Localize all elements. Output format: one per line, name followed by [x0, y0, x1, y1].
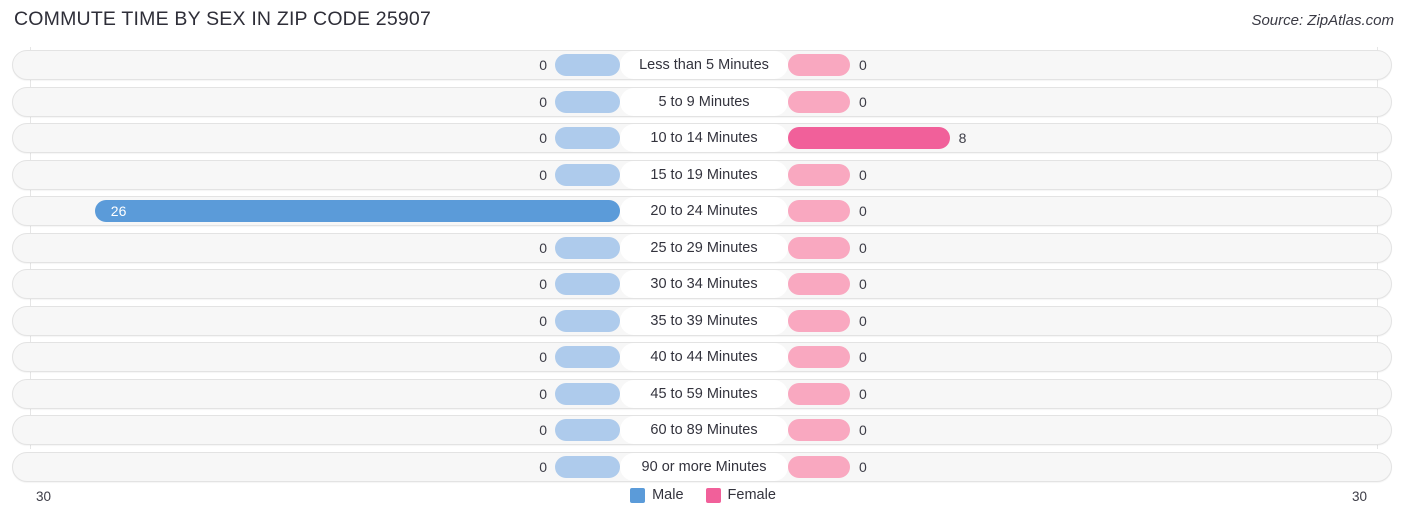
bar-row: 0 0 35 to 39 Minutes — [0, 303, 1406, 340]
category-label-pill: 20 to 24 Minutes — [620, 197, 788, 225]
value-label-female: 0 — [859, 166, 867, 183]
legend-item[interactable]: Female — [705, 487, 776, 503]
category-label-pill: 90 or more Minutes — [620, 452, 788, 481]
bar-male[interactable] — [555, 455, 620, 478]
category-label-pill: 30 to 34 Minutes — [620, 270, 788, 298]
bar-row: 0 0 5 to 9 Minutes — [0, 84, 1406, 121]
value-label-female: 0 — [859, 422, 867, 438]
value-label-female: 0 — [859, 203, 867, 219]
bar-male[interactable] — [555, 309, 620, 332]
value-label-male: 26 — [110, 203, 127, 219]
bar-row: 0 0 15 to 19 Minutes — [0, 157, 1406, 194]
legend-label: Female — [727, 487, 776, 503]
bar-male[interactable] — [555, 54, 620, 76]
bar-row: 0 0 90 or more Minutes — [0, 449, 1406, 486]
value-label-male: 0 — [539, 239, 547, 256]
bar-row: 26 0 20 to 24 Minutes — [0, 193, 1406, 230]
source-attribution: Source: ZipAtlas.com — [1251, 12, 1394, 29]
value-label-male: 0 — [539, 385, 547, 402]
value-label-female: 8 — [958, 130, 967, 146]
bar-row: 0 0 30 to 34 Minutes — [0, 266, 1406, 303]
category-label-pill: 35 to 39 Minutes — [620, 306, 788, 335]
value-label-female: 0 — [859, 57, 867, 73]
category-label-pill: 45 to 59 Minutes — [620, 379, 788, 408]
page-title: COMMUTE TIME BY SEX IN ZIP CODE 25907 — [14, 8, 432, 30]
value-label-female: 0 — [859, 239, 867, 256]
bar-row: 0 8 10 to 14 Minutes — [0, 120, 1406, 157]
bar-male[interactable] — [555, 127, 620, 149]
value-label-male: 0 — [539, 312, 547, 329]
category-label-pill: Less than 5 Minutes — [620, 51, 788, 79]
bar-female[interactable] — [788, 382, 850, 405]
value-label-male: 0 — [539, 349, 547, 365]
chart-root: COMMUTE TIME BY SEX IN ZIP CODE 25907 So… — [0, 0, 1406, 522]
value-label-male: 0 — [539, 93, 547, 110]
bar-female[interactable] — [788, 346, 850, 368]
bar-male[interactable] — [555, 382, 620, 405]
value-label-female: 0 — [859, 349, 867, 365]
legend-item[interactable]: Male — [630, 487, 684, 503]
value-label-male: 0 — [539, 166, 547, 183]
category-label-pill: 40 to 44 Minutes — [620, 343, 788, 371]
bar-male[interactable] — [94, 200, 620, 222]
legend-label: Male — [652, 487, 684, 503]
bar-row: 0 0 60 to 89 Minutes — [0, 412, 1406, 449]
bar-row: 0 0 40 to 44 Minutes — [0, 339, 1406, 376]
bar-male[interactable] — [555, 236, 620, 259]
value-label-male: 0 — [539, 422, 547, 438]
category-label-pill: 10 to 14 Minutes — [620, 124, 788, 152]
value-label-female: 0 — [859, 385, 867, 402]
value-label-male: 0 — [539, 458, 547, 475]
bar-male[interactable] — [555, 163, 620, 186]
bar-female[interactable] — [788, 309, 850, 332]
legend: Male Female — [0, 487, 1406, 503]
bar-rows-container: 0 0 Less than 5 Minutes 0 0 5 to 9 Minutes 0 8 1… — [0, 47, 1406, 485]
category-label-pill: 15 to 19 Minutes — [620, 160, 788, 189]
value-label-male: 0 — [539, 57, 547, 73]
bar-male[interactable] — [555, 90, 620, 113]
bar-male[interactable] — [555, 346, 620, 368]
bar-female[interactable] — [788, 163, 850, 186]
bar-female[interactable] — [788, 236, 850, 259]
value-label-female: 0 — [859, 458, 867, 475]
bar-female[interactable] — [788, 90, 850, 113]
legend-swatch-icon — [630, 487, 646, 503]
bar-female[interactable] — [788, 455, 850, 478]
bar-male[interactable] — [555, 273, 620, 295]
value-label-female: 0 — [859, 93, 867, 110]
bar-row: 0 0 25 to 29 Minutes — [0, 230, 1406, 267]
plot-area: 0 0 Less than 5 Minutes 0 0 5 to 9 Minutes 0 8 1… — [0, 47, 1406, 485]
bar-male[interactable] — [555, 419, 620, 441]
value-label-male: 0 — [539, 276, 547, 292]
value-label-male: 0 — [539, 130, 547, 146]
legend-swatch-icon — [705, 487, 721, 503]
bar-female[interactable] — [788, 419, 850, 441]
bar-row: 0 0 45 to 59 Minutes — [0, 376, 1406, 413]
category-label-pill: 25 to 29 Minutes — [620, 233, 788, 262]
value-label-female: 0 — [859, 276, 867, 292]
bar-female[interactable] — [788, 273, 850, 295]
category-label-pill: 60 to 89 Minutes — [620, 416, 788, 444]
bar-female[interactable] — [788, 200, 850, 222]
category-label-pill: 5 to 9 Minutes — [620, 87, 788, 116]
bar-female[interactable] — [788, 127, 950, 149]
bar-female[interactable] — [788, 54, 850, 76]
bar-row: 0 0 Less than 5 Minutes — [0, 47, 1406, 84]
value-label-female: 0 — [859, 312, 867, 329]
